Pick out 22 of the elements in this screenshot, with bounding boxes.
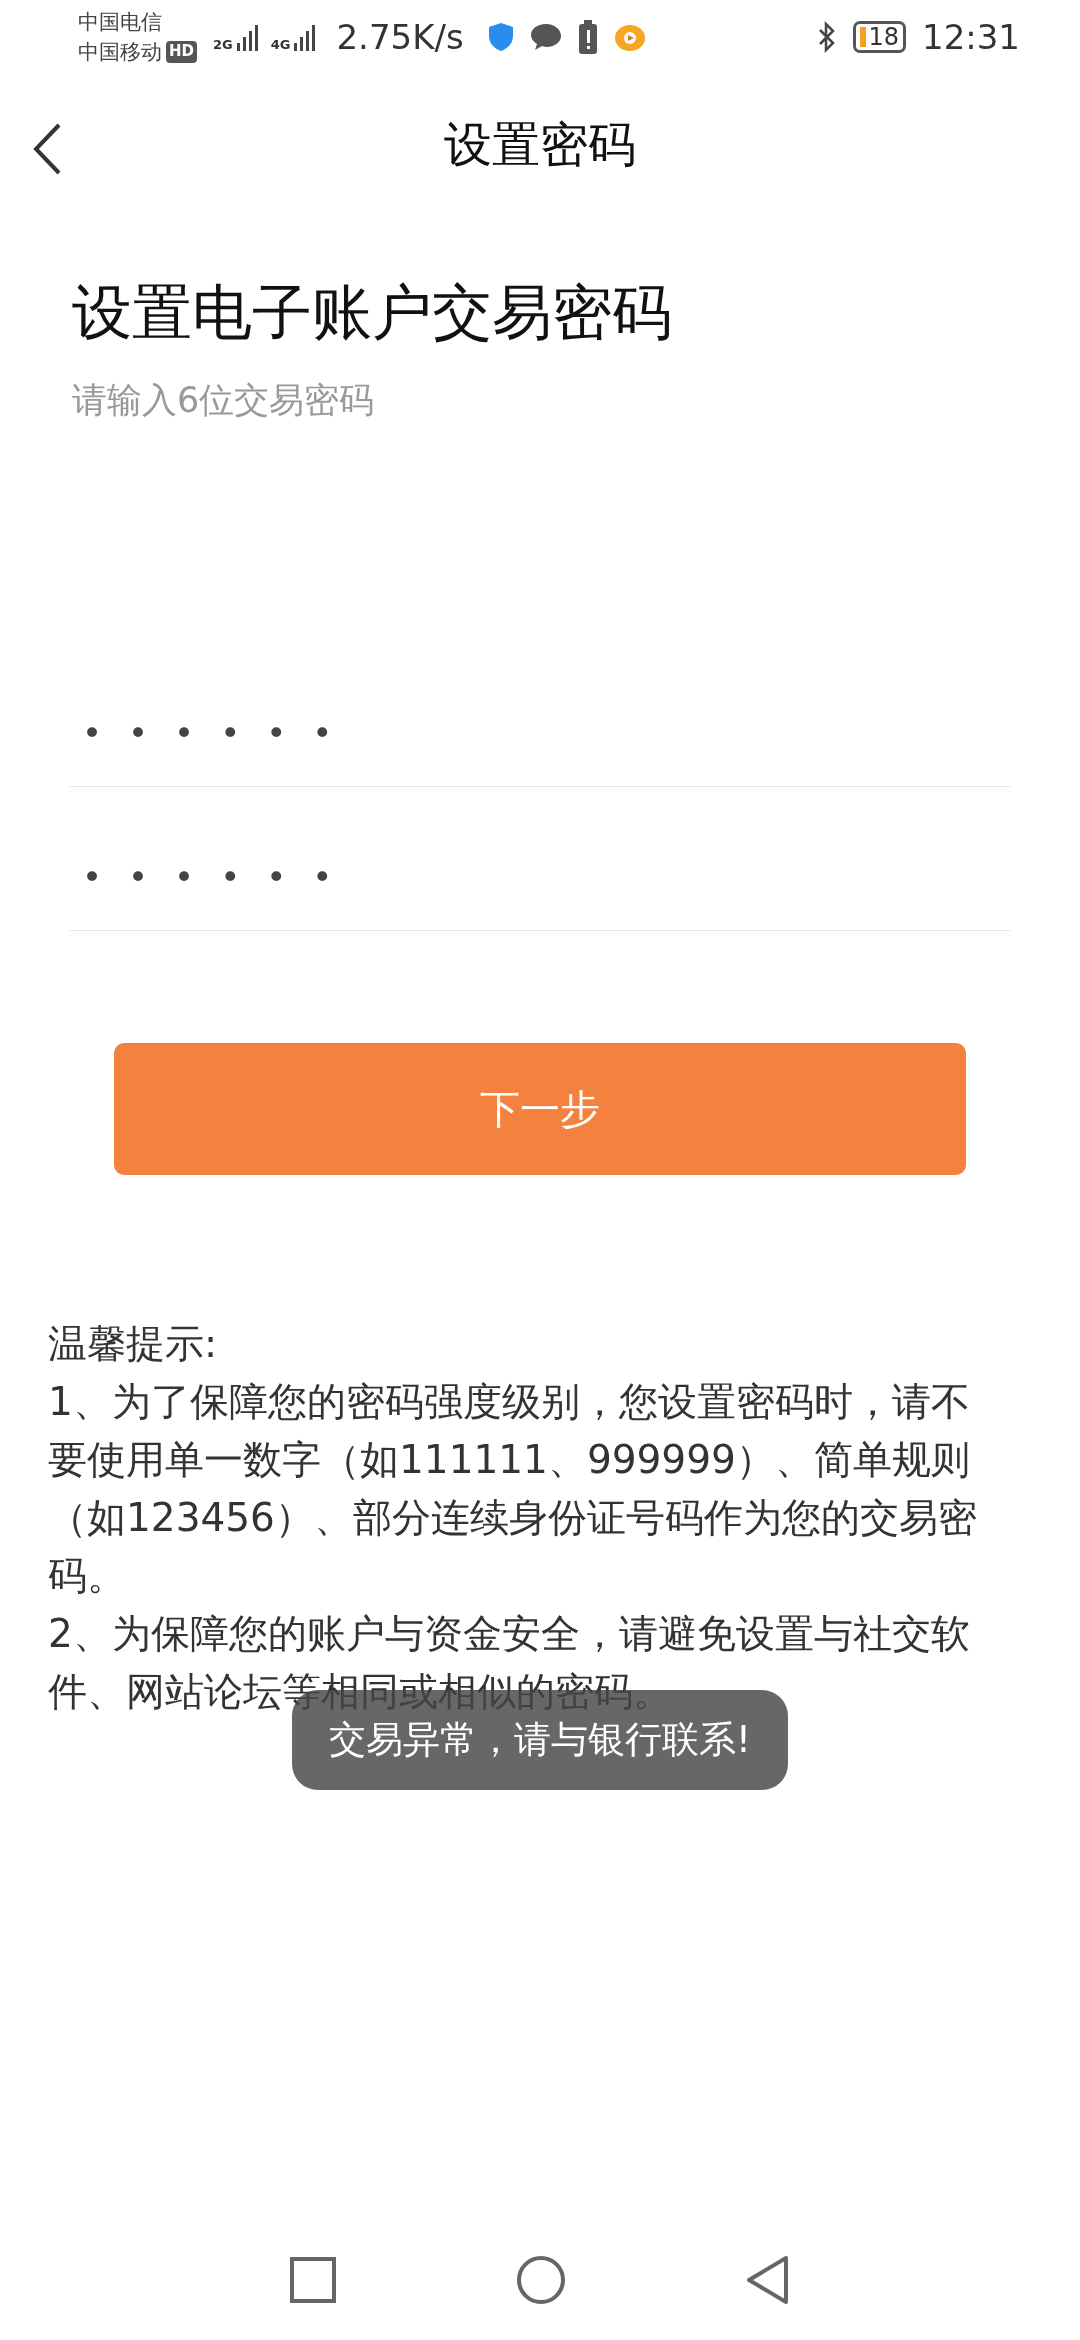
tip-text: 1、为了保障您的密码强度级别，您设置密码时，请不要使用单一数字（如111111、999999）、简单规则（如123456）、部分连续身份证号码作为您的交易密码。 xyxy=(48,1377,978,1600)
password-field[interactable]: •••••• xyxy=(70,786,1010,931)
shield-icon xyxy=(487,22,514,52)
network-type: 4G xyxy=(270,38,291,51)
heading: 设置电子账户交易密码 xyxy=(72,276,673,348)
home-button[interactable] xyxy=(516,2255,566,2305)
hd-badge: HD xyxy=(166,41,197,64)
network-type: 2G xyxy=(213,38,233,51)
carrier-name: 中国移动 xyxy=(78,39,162,66)
chat-bubble-icon xyxy=(529,23,562,51)
recent-apps-button[interactable] xyxy=(290,2257,336,2303)
password-field[interactable]: •••••• xyxy=(70,642,1010,787)
subtitle: 请输入6位交易密码 xyxy=(72,379,376,422)
carrier-name: 中国电信 xyxy=(78,8,162,36)
back-nav-button[interactable] xyxy=(746,2255,790,2305)
page-title: 设置密码 xyxy=(444,115,636,174)
battery-level: 18 xyxy=(868,25,899,49)
clock: 12:31 xyxy=(922,15,1020,59)
alert-icon xyxy=(577,20,598,54)
battery-fill xyxy=(860,27,867,47)
tips-title: 温馨提示: xyxy=(48,1319,219,1368)
network-speed: 2.75K/s xyxy=(336,15,464,59)
